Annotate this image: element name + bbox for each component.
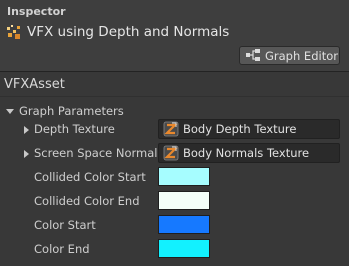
property-label: Color Start (34, 218, 96, 232)
property-collided-color-end: Collided Color End (0, 191, 349, 213)
inspector-tab[interactable]: Inspector (7, 5, 66, 18)
property-label: Screen Space Normals (34, 146, 164, 160)
property-screen-space-normals: Screen Space Normals Body Normals Textur… (0, 143, 349, 165)
graph-editor-label: Graph Editor (265, 48, 338, 63)
color-swatch[interactable] (158, 191, 210, 210)
property-label: Depth Texture (34, 122, 115, 136)
color-swatch[interactable] (158, 167, 210, 186)
render-texture-icon (163, 145, 179, 161)
property-depth-texture: Depth Texture Body Depth Texture (0, 119, 349, 141)
graph-icon (246, 46, 260, 65)
inspector-panel: Inspector VFX using Depth and Normals Gr… (0, 0, 349, 266)
asset-title: VFX using Depth and Normals (27, 24, 230, 40)
inspector-header: Inspector VFX using Depth and Normals Gr… (0, 0, 349, 72)
graph-parameters-label: Graph Parameters (19, 104, 124, 118)
property-collided-color-start: Collided Color Start (0, 167, 349, 189)
property-label: Collided Color Start (34, 170, 146, 184)
asset-title-row: VFX using Depth and Normals (6, 22, 229, 42)
property-color-start: Color Start (0, 215, 349, 237)
graph-editor-button[interactable]: Graph Editor (239, 46, 340, 65)
vfx-asset-icon (6, 24, 22, 40)
graph-parameters-foldout[interactable]: Graph Parameters (6, 103, 124, 119)
property-color-end: Color End (0, 239, 349, 261)
chevron-down-icon (6, 107, 14, 115)
color-swatch[interactable] (158, 239, 210, 258)
vfx-asset-section-title: VFXAsset (4, 77, 65, 92)
chevron-right-icon[interactable] (22, 150, 30, 160)
property-label: Collided Color End (34, 194, 140, 208)
screen-space-normals-field[interactable]: Body Normals Texture (158, 143, 340, 163)
render-texture-icon (163, 121, 179, 137)
screen-space-normals-value: Body Normals Texture (183, 146, 310, 160)
depth-texture-field[interactable]: Body Depth Texture (158, 119, 340, 139)
property-label: Color End (34, 242, 90, 256)
chevron-right-icon[interactable] (22, 126, 30, 136)
depth-texture-value: Body Depth Texture (183, 122, 297, 136)
color-swatch[interactable] (158, 215, 210, 234)
section-divider (0, 96, 349, 97)
